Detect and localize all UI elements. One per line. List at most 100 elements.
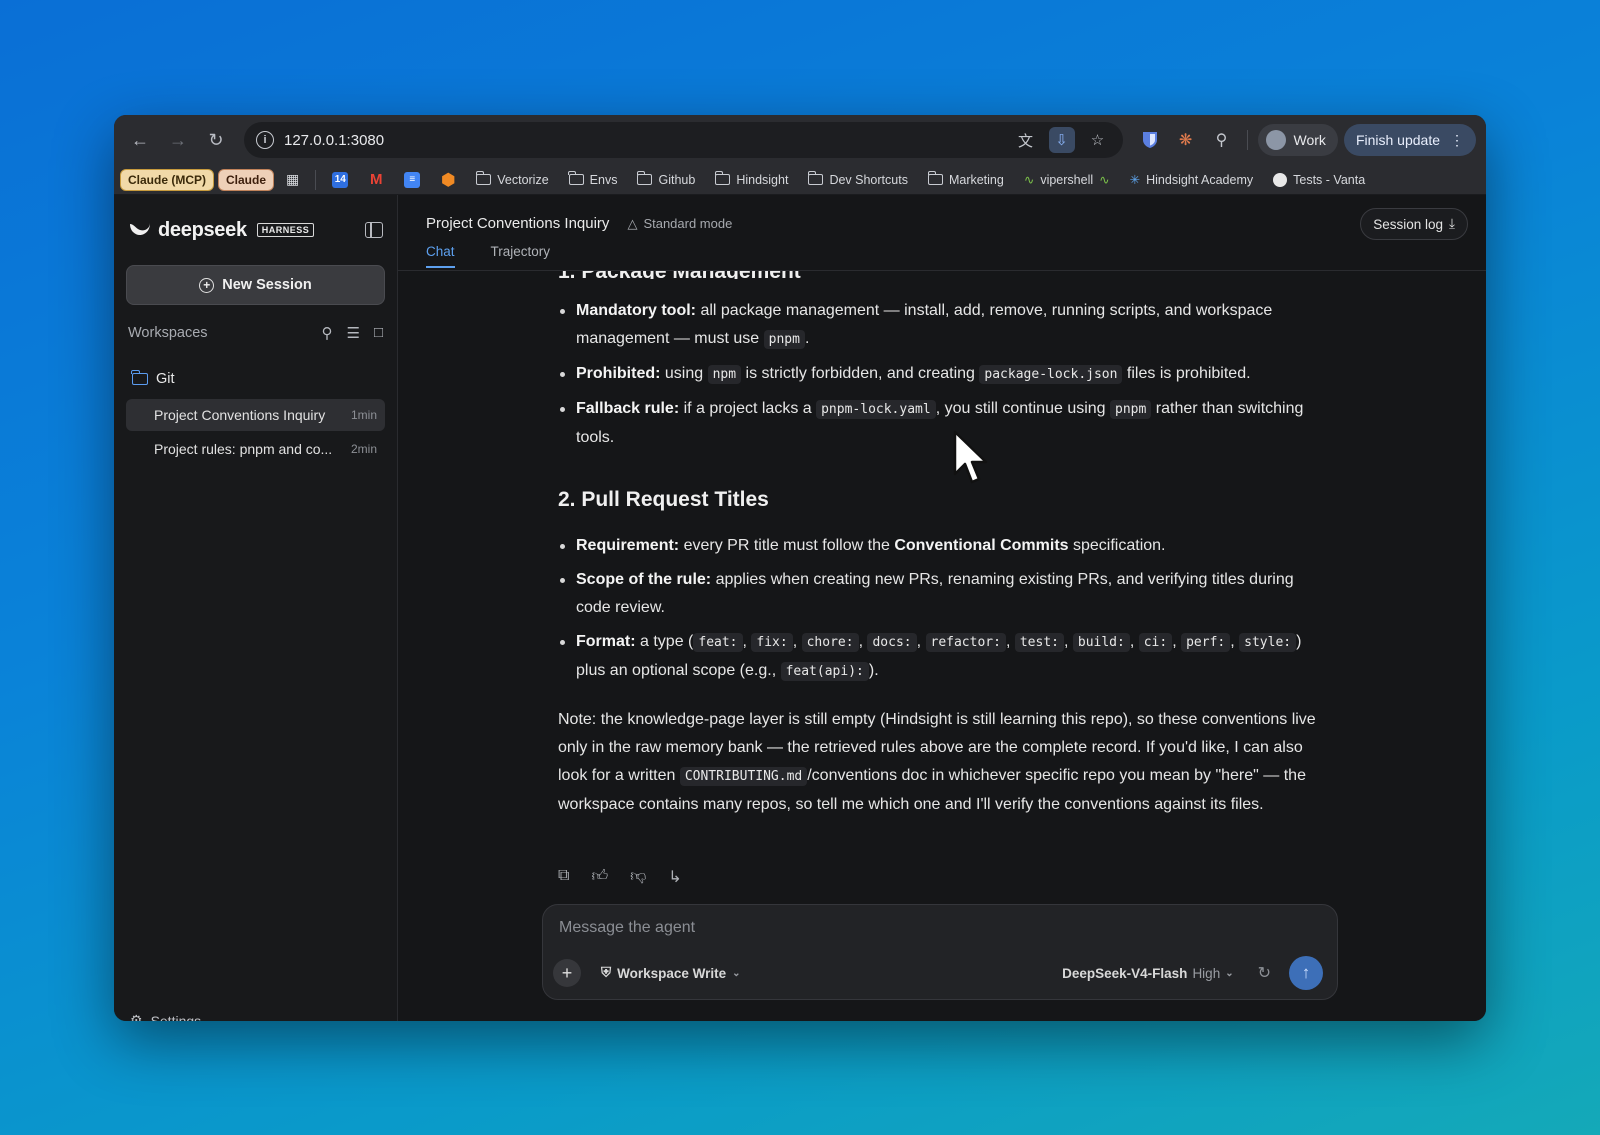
section-heading: 2. Pull Request Titles: [558, 488, 769, 511]
pr-rules-list: Requirement: every PR title must follow …: [558, 532, 1318, 686]
whale-icon: [130, 223, 150, 236]
bitwarden-icon[interactable]: [1135, 125, 1165, 155]
title-row: Project Conventions Inquiry △ Standard m…: [426, 195, 1458, 232]
session-title: Project Conventions Inquiry: [154, 407, 326, 423]
bookmark-calendar[interactable]: 14: [324, 167, 356, 193]
workspaces-row: Workspaces ⚲ ☰ □: [126, 305, 385, 361]
tab-chat[interactable]: Chat: [426, 244, 455, 268]
loading-icon: ↻: [1257, 965, 1271, 982]
model-name: DeepSeek-V4-Flash: [1062, 965, 1188, 981]
mode-label: Standard mode: [643, 216, 733, 231]
translate-icon[interactable]: 文: [1013, 127, 1039, 153]
bookmarks-bar: Claude (MCP) Claude ▦ 14 M ≡ ⬢ Vectorize…: [114, 165, 1486, 195]
extensions-puzzle-icon[interactable]: ⚲: [1207, 125, 1237, 155]
hexagon-icon: ⬢: [441, 171, 456, 189]
bookmark-claude[interactable]: Claude: [218, 168, 275, 191]
browser-window: ← → ↻ i 127.0.0.1:3080 文 ⇩ ☆ ❋ ⚲ Work Fi…: [114, 115, 1486, 1021]
reload-icon[interactable]: ↻: [200, 124, 232, 156]
send-button[interactable]: ↑: [1289, 956, 1323, 990]
kebab-menu-icon: ⋮: [1450, 131, 1464, 148]
bookmark-label: Dev Shortcuts: [829, 172, 908, 187]
list-item: Scope of the rule: applies when creating…: [558, 566, 1318, 622]
shield-icon: ⛨: [601, 965, 612, 980]
tab-bar: Chat Trajectory: [426, 244, 1458, 268]
bookmarks-separator: [315, 169, 317, 190]
session-log-button[interactable]: Session log ⤓: [1360, 208, 1468, 240]
copy-icon[interactable]: ⧉: [558, 867, 569, 887]
toolbar-separator: [1246, 130, 1248, 150]
gear-icon: ⚙: [130, 1012, 143, 1021]
profile-button[interactable]: Work: [1257, 124, 1338, 156]
profile-label: Work: [1293, 132, 1326, 148]
session-item-active[interactable]: Project Conventions Inquiry 1min: [126, 399, 385, 431]
site-info-icon[interactable]: i: [256, 131, 274, 149]
install-app-icon[interactable]: ⇩: [1048, 127, 1075, 153]
bookmark-gmail[interactable]: M: [360, 167, 392, 193]
harness-badge: HARNESS: [256, 223, 315, 237]
bookmark-envs[interactable]: Envs: [561, 167, 626, 193]
filter-icon[interactable]: ☰: [346, 324, 359, 342]
bookmark-label: Hindsight Academy: [1146, 172, 1254, 187]
finish-update-button[interactable]: Finish update ⋮: [1343, 124, 1476, 156]
back-icon[interactable]: ←: [124, 124, 156, 156]
workspaces-actions: ⚲ ☰ □: [321, 324, 383, 342]
model-selector[interactable]: DeepSeek-V4-Flash High ⌄: [1062, 966, 1233, 981]
chat-header: Project Conventions Inquiry △ Standard m…: [398, 195, 1486, 271]
claude-extension-icon[interactable]: ❋: [1171, 125, 1201, 155]
session-age: 1min: [350, 408, 377, 422]
address-bar[interactable]: i 127.0.0.1:3080 文 ⇩ ☆: [244, 122, 1123, 158]
apps-grid-icon[interactable]: ▦: [278, 167, 307, 193]
chevron-down-icon: ⌄: [732, 967, 741, 979]
bookmark-label: Github: [658, 172, 696, 187]
message-input[interactable]: [559, 919, 1259, 937]
add-folder-icon[interactable]: □: [374, 324, 383, 342]
bookmark-hindsight[interactable]: Hindsight: [707, 167, 796, 193]
bookmark-vipershell[interactable]: ∿ vipershell ∿: [1016, 167, 1118, 193]
bookmark-star-icon[interactable]: ☆: [1085, 127, 1111, 153]
chevron-down-icon: ⌄: [1225, 967, 1234, 979]
permission-selector[interactable]: ⛨ Workspace Write ⌄: [601, 965, 741, 981]
folder-icon: [637, 171, 653, 185]
tab-trajectory[interactable]: Trajectory: [491, 244, 551, 268]
main-panel: Project Conventions Inquiry △ Standard m…: [398, 195, 1486, 1021]
bookmark-docs[interactable]: ≡: [396, 167, 428, 193]
session-title: Project rules: pnpm and co...: [154, 441, 333, 457]
bookmark-claude-mcp[interactable]: Claude (MCP): [120, 168, 214, 191]
bookmark-hindsight-academy[interactable]: ✳ Hindsight Academy: [1122, 167, 1262, 193]
thumbs-down-icon[interactable]: 👎︎: [630, 867, 646, 887]
url-text[interactable]: 127.0.0.1:3080: [284, 132, 1003, 149]
forward-icon[interactable]: →: [162, 124, 194, 156]
branch-icon[interactable]: ↳: [668, 867, 681, 887]
workspace-folder-git[interactable]: Git: [126, 361, 385, 397]
brand-logo[interactable]: deepseek HARNESS: [128, 219, 315, 242]
bookmark-github[interactable]: Github: [629, 167, 703, 193]
assistant-message: 1. Package Management Mandatory tool: al…: [558, 271, 1318, 896]
bookmark-tests-vanta[interactable]: Tests - Vanta: [1265, 167, 1373, 193]
academy-icon: ✳: [1129, 173, 1141, 187]
bookmark-vectorize[interactable]: Vectorize: [468, 167, 556, 193]
bookmark-marketing[interactable]: Marketing: [920, 167, 1012, 193]
session-log-label: Session log: [1373, 216, 1444, 232]
mode-indicator[interactable]: △ Standard mode: [627, 216, 732, 232]
section-heading: 1. Package Management: [558, 271, 1318, 279]
new-session-label: New Session: [222, 277, 312, 293]
snake-icon: ∿: [1023, 173, 1035, 187]
settings-button[interactable]: ⚙ Settings: [130, 1012, 201, 1021]
new-session-button[interactable]: + New Session: [126, 265, 385, 305]
plus-circle-icon: +: [199, 277, 215, 293]
session-item[interactable]: Project rules: pnpm and co... 2min: [126, 433, 385, 465]
session-heading: Project Conventions Inquiry: [426, 215, 610, 232]
bookmark-hex[interactable]: ⬢: [432, 167, 464, 193]
gmail-icon: M: [370, 171, 383, 188]
list-item: Requirement: every PR title must follow …: [558, 532, 1318, 560]
folder-icon: [927, 171, 943, 185]
folder-icon: [808, 171, 824, 185]
folder-icon: [568, 171, 584, 185]
message-actions: ⧉ 👍︎ 👎︎ ↳: [558, 867, 682, 887]
settings-label: Settings: [150, 1012, 202, 1022]
attach-plus-icon[interactable]: +: [553, 959, 581, 987]
sidebar-toggle-icon[interactable]: [365, 222, 383, 238]
bookmark-dev-shortcuts[interactable]: Dev Shortcuts: [800, 167, 916, 193]
thumbs-up-icon[interactable]: 👍︎: [591, 867, 608, 887]
search-icon[interactable]: ⚲: [321, 324, 332, 342]
